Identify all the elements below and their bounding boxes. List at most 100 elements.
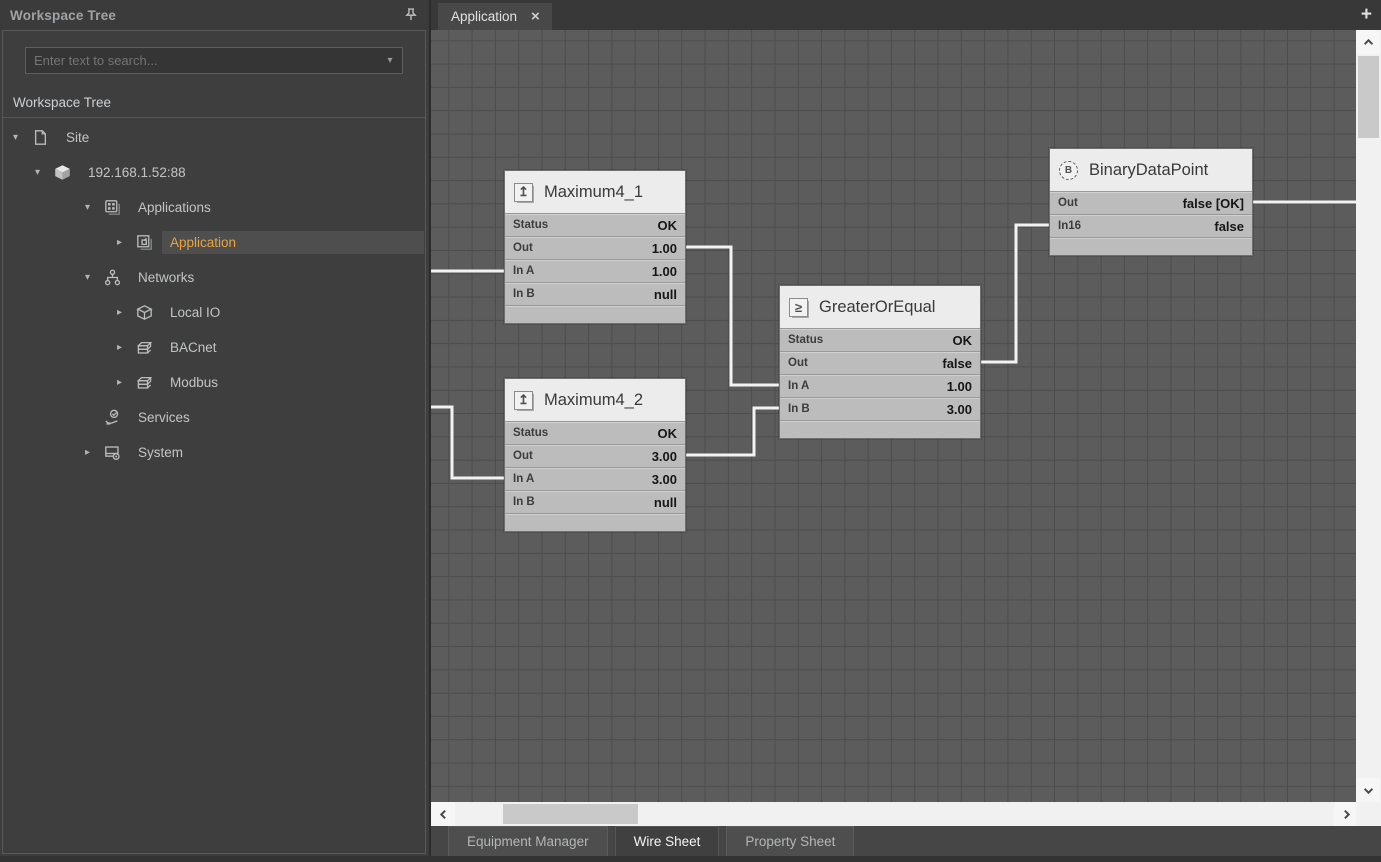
tree-item-bacnet[interactable]: ▸ BACnet [3,330,425,365]
port-row-out[interactable]: Out false [OK] [1050,191,1252,214]
port-label: In A [788,380,809,392]
tree-item-site[interactable]: ▾ Site [3,120,425,155]
port-value: 1.00 [652,241,677,256]
tab-label: Property Sheet [745,834,835,849]
tree-item-system[interactable]: ▸ System [3,435,425,470]
block-footer [1050,237,1252,255]
expander-icon[interactable]: ▸ [117,342,132,353]
scroll-up-icon[interactable] [1356,30,1380,54]
port-row-status[interactable]: Status OK [505,421,685,444]
tree-item-local-io[interactable]: ▸ Local IO [3,295,425,330]
application-icon [136,234,153,251]
tab-wire-sheet[interactable]: Wire Sheet [615,826,720,856]
expander-icon[interactable]: ▾ [85,202,100,213]
port-value: 3.00 [652,472,677,487]
tree-item-label: Services [130,406,424,429]
port-row-in-b[interactable]: In B null [505,282,685,305]
expander-icon[interactable]: ▾ [13,132,28,143]
vertical-scrollbar[interactable] [1356,30,1381,802]
block-title: Maximum4_1 [544,183,643,202]
port-label: Status [513,219,548,231]
search-input[interactable] [26,48,378,73]
wire-Maximum4_2.Out-to-GreaterOrEqual.InB[interactable] [686,408,779,455]
tab-application[interactable]: Application × [438,3,552,30]
wire-GreaterOrEqual.Out-to-BinaryDataPoint.In16[interactable] [981,225,1049,362]
expander-icon[interactable]: ▾ [35,167,50,178]
scroll-right-icon[interactable] [1334,802,1358,826]
port-label: In B [788,403,810,415]
wire-canvas-left-to-Maximum4_2.InA[interactable] [431,407,504,478]
block-maximum4_2[interactable]: ↥ Maximum4_2 Status OK Out 3.00 In A 3.0… [504,378,686,532]
block-binary-data-point[interactable]: B BinaryDataPoint Out false [OK] In16 fa… [1049,148,1253,256]
binary-data-point-icon: B [1059,161,1078,180]
main-area: Application × + ↥ Maximum4_1 Status OK O… [429,0,1381,862]
block-header[interactable]: ↥ Maximum4_1 [505,171,685,213]
expander-icon[interactable]: ▸ [117,377,132,388]
close-icon[interactable]: × [531,9,540,24]
port-row-in16[interactable]: In16 false [1050,214,1252,237]
port-row-in-a[interactable]: In A 1.00 [780,374,980,397]
block-greater-or-equal[interactable]: ≥ GreaterOrEqual Status OK Out false In … [779,285,981,439]
port-value: OK [953,333,973,348]
tab-property-sheet[interactable]: Property Sheet [726,826,854,856]
port-row-out[interactable]: Out false [780,351,980,374]
sidebar-titlebar: Workspace Tree [0,0,429,30]
tree-item-label: BACnet [162,336,424,359]
block-title: Maximum4_2 [544,391,643,410]
tree-item-networks[interactable]: ▾ Networks [3,260,425,295]
scrollbar-corner [1356,802,1381,826]
block-header[interactable]: ≥ GreaterOrEqual [780,286,980,328]
pin-icon[interactable] [403,7,419,23]
add-tab-button[interactable]: + [1361,4,1372,26]
port-value: OK [658,426,678,441]
port-row-out[interactable]: Out 3.00 [505,444,685,467]
expander-icon[interactable]: ▾ [85,272,100,283]
block-title: BinaryDataPoint [1089,161,1208,180]
horizontal-scrollbar[interactable] [431,802,1358,826]
port-row-status[interactable]: Status OK [505,213,685,236]
tree-item-label: Networks [130,266,424,289]
port-value: OK [658,218,678,233]
greater-or-equal-icon: ≥ [789,298,808,317]
tree-item-label: System [130,441,424,464]
tab-label: Wire Sheet [634,834,701,849]
horizontal-scroll-thumb[interactable] [503,804,638,824]
port-label: In16 [1058,220,1081,232]
scroll-left-icon[interactable] [431,802,455,826]
expander-icon[interactable]: ▸ [85,447,100,458]
scroll-down-icon[interactable] [1356,778,1380,802]
sidebar-title: Workspace Tree [0,8,116,23]
block-maximum4_1[interactable]: ↥ Maximum4_1 Status OK Out 1.00 In A 1.0… [504,170,686,324]
tree-item-services[interactable]: Services [3,400,425,435]
port-row-in-b[interactable]: In B null [505,490,685,513]
port-row-out[interactable]: Out 1.00 [505,236,685,259]
port-label: Out [513,450,533,462]
expander-icon[interactable]: ▸ [117,237,132,248]
maximum-icon: ↥ [514,183,533,202]
block-header[interactable]: ↥ Maximum4_2 [505,379,685,421]
maximum-icon: ↥ [514,391,533,410]
block-title: GreaterOrEqual [819,298,935,317]
port-row-in-b[interactable]: In B 3.00 [780,397,980,420]
block-footer [780,420,980,438]
tree-item-application[interactable]: ▸ Application [3,225,425,260]
tab-equipment-manager[interactable]: Equipment Manager [448,826,608,856]
port-row-status[interactable]: Status OK [780,328,980,351]
vertical-scroll-thumb[interactable] [1358,56,1379,138]
wire-Maximum4_1.Out-to-GreaterOrEqual.InA[interactable] [686,247,779,385]
tree-item-applications[interactable]: ▾ Applications [3,190,425,225]
tree-item-label: Site [58,126,424,149]
tree-item-modbus[interactable]: ▸ Modbus [3,365,425,400]
chevron-down-icon[interactable]: ▾ [378,55,402,66]
wire-sheet-canvas[interactable]: ↥ Maximum4_1 Status OK Out 1.00 In A 1.0… [431,30,1358,802]
port-label: Out [1058,197,1078,209]
tree-item-controller[interactable]: ▾ 192.168.1.52:88 [3,155,425,190]
port-label: Status [788,334,823,346]
expander-icon[interactable]: ▸ [117,307,132,318]
protocol-stack-icon [136,374,153,391]
workspace-tree-panel: ▾ Workspace Tree ▾ Site ▾ [2,30,426,854]
tree-item-label: 192.168.1.52:88 [80,161,424,184]
block-header[interactable]: B BinaryDataPoint [1050,149,1252,191]
port-row-in-a[interactable]: In A 3.00 [505,467,685,490]
port-row-in-a[interactable]: In A 1.00 [505,259,685,282]
